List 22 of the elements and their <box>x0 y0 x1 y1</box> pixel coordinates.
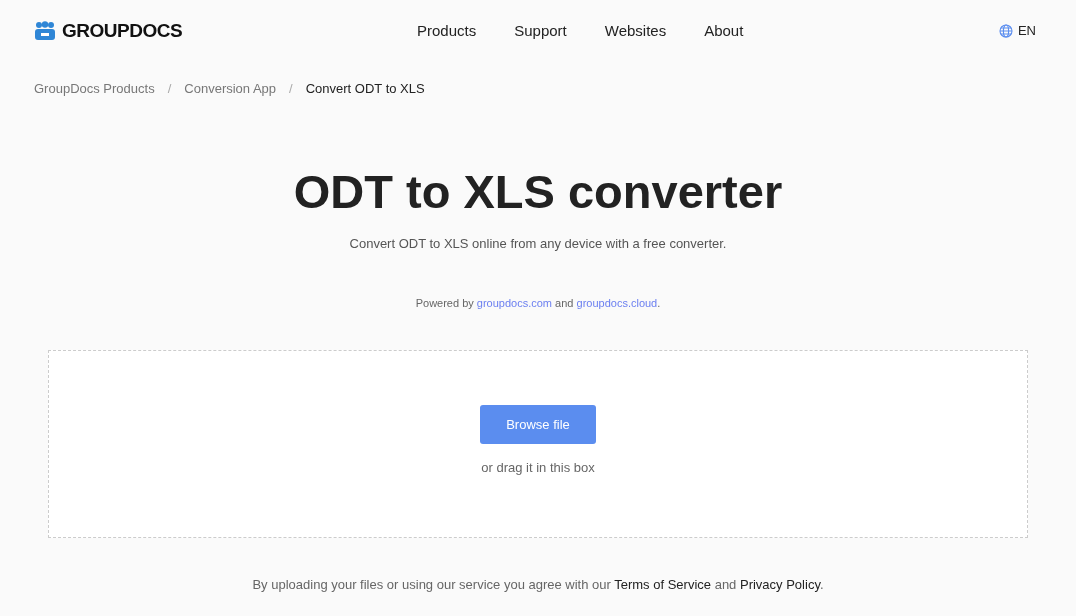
nav-link[interactable]: About <box>704 19 744 43</box>
powered-link[interactable]: groupdocs.com <box>476 297 553 309</box>
logo-text: GROUPDOCS <box>62 18 183 43</box>
breadcrumb-link[interactable]: Conversion App <box>184 79 277 99</box>
terms-link[interactable]: Terms of Service <box>614 576 712 592</box>
nav-link[interactable]: Websites <box>604 19 667 43</box>
breadcrumb-separator: / <box>289 80 293 98</box>
page-title: ODT to XLS converter <box>292 167 784 215</box>
terms-text: By uploading your files or using our service you agree with our Terms of Service and Privacy Policy. <box>251 575 825 594</box>
logo-icon <box>34 21 56 41</box>
drop-zone[interactable]: Browse file or drag it in this box <box>48 349 1028 538</box>
drag-hint: or drag it in this box <box>481 459 595 478</box>
terms-link[interactable]: Privacy Policy <box>739 576 820 592</box>
language-selector[interactable]: EN <box>1017 21 1036 41</box>
breadcrumb-link[interactable]: GroupDocs Products <box>34 79 155 99</box>
globe-icon <box>998 24 1013 38</box>
nav-link[interactable]: Support <box>514 19 567 43</box>
breadcrumb-link[interactable]: Convert ODT to XLS <box>305 79 425 99</box>
nav-link[interactable]: Products <box>417 19 477 43</box>
breadcrumb-separator: / <box>167 80 172 98</box>
subtitle: Convert ODT to XLS online from any device with a free converter. <box>348 234 728 253</box>
powered-by-text: Powered by groupdocs.com and groupdocs.cloud. <box>414 296 662 311</box>
